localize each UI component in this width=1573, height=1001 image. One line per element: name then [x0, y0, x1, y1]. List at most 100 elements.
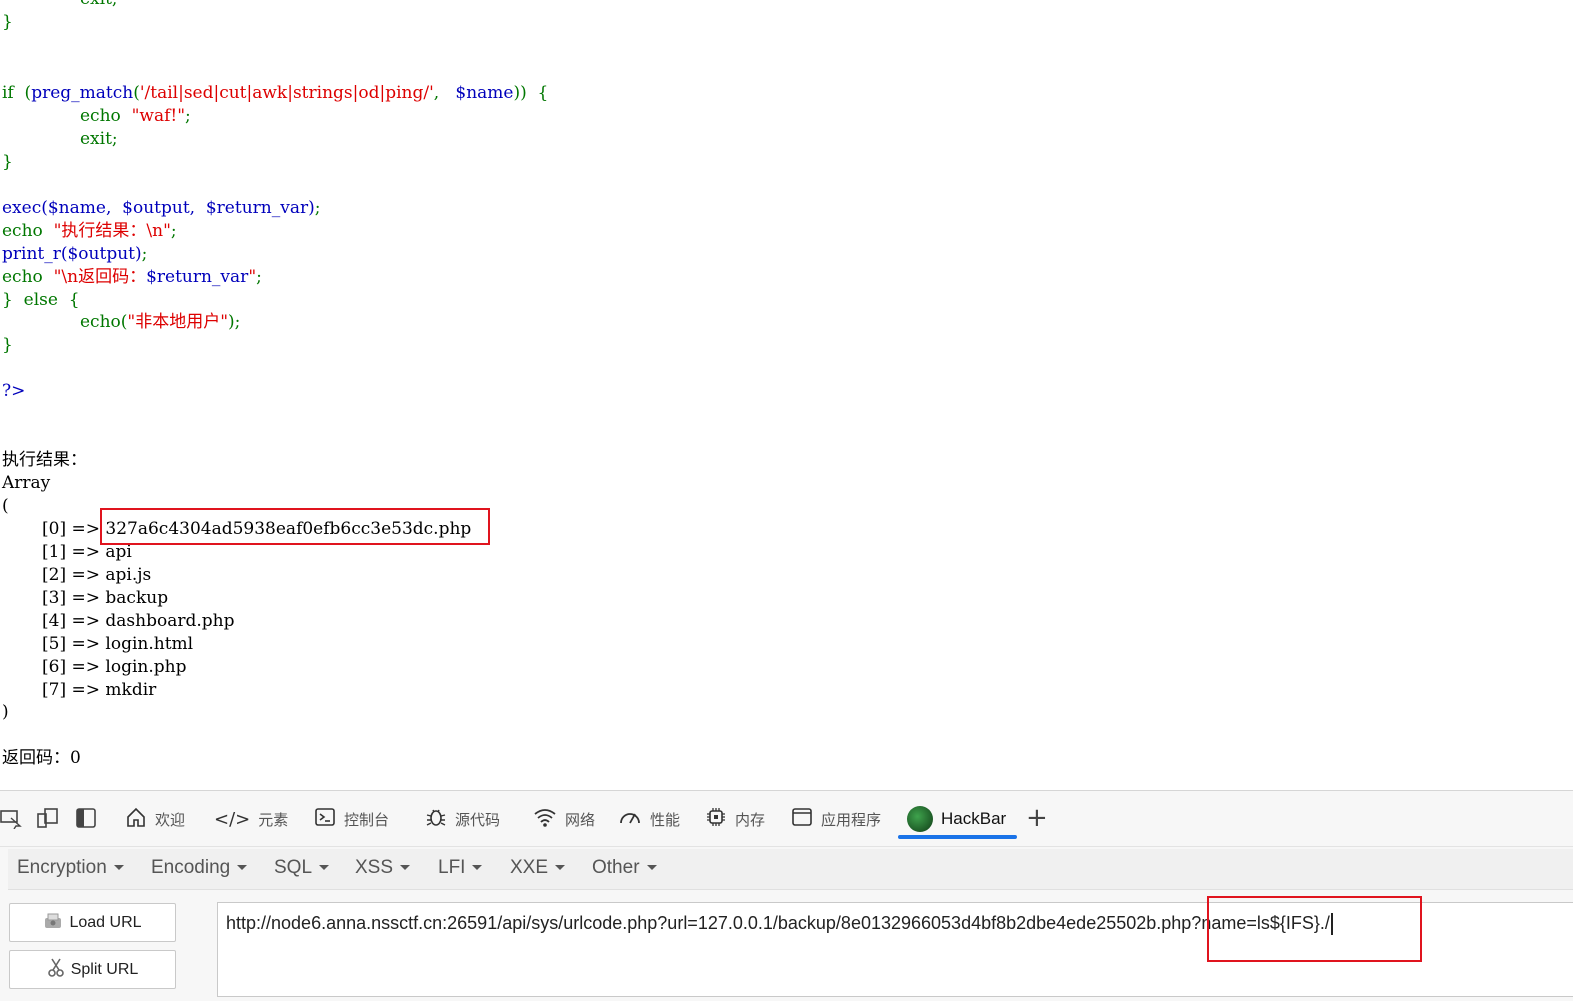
tab-elements[interactable]: </> 元素	[208, 801, 294, 837]
code-line-if: if (preg_match('/tail|sed|cut|awk|string…	[2, 82, 548, 105]
array-index: [7]	[42, 680, 67, 700]
array-index: [5]	[42, 634, 67, 654]
tab-label: 内存	[735, 810, 766, 829]
code-token: ;	[256, 267, 262, 287]
bug-icon	[425, 806, 447, 833]
window-icon	[791, 806, 813, 833]
array-arrow: =>	[71, 588, 101, 608]
code-token: }	[2, 12, 13, 32]
code-token: echo	[80, 106, 121, 126]
code-token: (	[133, 83, 140, 103]
code-line-exit: exit;	[80, 0, 118, 11]
tab-label: 性能	[650, 810, 681, 829]
active-tab-indicator	[898, 835, 1017, 839]
highlight-box-payload	[1207, 896, 1422, 962]
code-token: );	[228, 312, 241, 332]
scissors-icon	[47, 958, 65, 982]
menu-label: Encryption	[17, 857, 107, 878]
menu-label: Encoding	[151, 857, 231, 878]
code-token: }	[2, 335, 13, 355]
caret-down-icon	[237, 865, 248, 871]
array-index: [4]	[42, 611, 67, 631]
code-line-brace: }	[2, 11, 13, 34]
output-array-label: Array	[2, 473, 51, 493]
code-token: exec	[2, 198, 42, 218]
array-index: [2]	[42, 565, 67, 585]
code-token: "非本地用户"	[127, 312, 229, 332]
code-token: if	[2, 83, 14, 103]
tab-hackbar[interactable]: HackBar	[901, 801, 1012, 837]
tab-label: HackBar	[941, 809, 1007, 828]
caret-down-icon	[400, 865, 411, 871]
tab-console[interactable]: 控制台	[308, 801, 395, 837]
device-toolbar-icon[interactable]	[37, 807, 59, 829]
caret-down-icon	[113, 865, 124, 871]
menu-encryption[interactable]: Encryption	[17, 857, 124, 879]
array-item: [4] => dashboard.php	[42, 610, 234, 633]
array-value: api	[105, 542, 132, 562]
load-url-label: Load URL	[69, 913, 142, 931]
tab-performance[interactable]: 性能	[612, 801, 686, 837]
array-arrow: =>	[71, 634, 101, 654]
array-item: [3] => backup	[42, 587, 168, 610]
split-url-button[interactable]: Split URL	[9, 950, 176, 989]
add-tab-plus-icon[interactable]: +	[1026, 803, 1048, 833]
hackbar-menubar: Encryption Encoding SQL XSS LFI XXE Othe…	[8, 849, 1573, 890]
devtools-tabbar: 欢迎 </> 元素 控制台 源代码 网络 性能 内存 应用程序 HackBar …	[0, 791, 1573, 847]
menu-other[interactable]: Other	[592, 857, 657, 879]
array-item: [2] => api.js	[42, 564, 151, 587]
menu-sql[interactable]: SQL	[274, 857, 330, 879]
tab-label: 控制台	[344, 810, 390, 829]
code-line-exec: exec($name, $output, $return_var);	[2, 197, 320, 220]
tab-sources[interactable]: 源代码	[419, 801, 506, 837]
code-line-exit: exit;	[80, 128, 118, 151]
tab-welcome[interactable]: 欢迎	[119, 801, 191, 837]
menu-label: XSS	[355, 857, 394, 878]
tab-label: 元素	[258, 810, 289, 829]
hackbar-logo-icon	[907, 806, 933, 832]
code-line-echo-nonlocal: echo("非本地用户");	[80, 311, 240, 334]
code-token: print_r	[2, 244, 61, 264]
code-token: }	[2, 152, 13, 172]
code-token: ($name, $output, $return_var)	[41, 198, 315, 218]
code-token: ;	[185, 106, 191, 126]
code-token: '/tail|sed|cut|awk|strings|od|ping/'	[139, 83, 434, 103]
array-index: [1]	[42, 542, 67, 562]
tab-label: 应用程序	[821, 810, 882, 829]
array-arrow: =>	[71, 611, 101, 631]
tab-network[interactable]: 网络	[527, 801, 601, 837]
code-token: preg_match	[31, 83, 134, 103]
code-token: exit;	[80, 129, 118, 149]
output-close-paren: )	[2, 702, 9, 722]
tab-application[interactable]: 应用程序	[785, 801, 887, 837]
dock-side-icon[interactable]	[75, 807, 97, 829]
array-arrow: =>	[71, 542, 101, 562]
inspect-icon[interactable]	[0, 807, 22, 830]
load-url-button[interactable]: Load URL	[9, 903, 176, 942]
array-arrow: =>	[71, 565, 101, 585]
menu-lfi[interactable]: LFI	[438, 857, 483, 879]
code-token: "执行结果：\n"	[53, 221, 171, 241]
devtools-panel: 欢迎 </> 元素 控制台 源代码 网络 性能 内存 应用程序 HackBar …	[0, 790, 1573, 1001]
array-item: [6] => login.php	[42, 656, 186, 679]
code-token: "\n返回码：	[53, 267, 147, 287]
code-token: ,	[433, 83, 440, 103]
menu-label: SQL	[274, 857, 313, 878]
home-icon	[125, 806, 147, 833]
array-item: [7] => mkdir	[42, 679, 156, 702]
tab-memory[interactable]: 内存	[699, 801, 771, 837]
highlight-box-result	[100, 508, 490, 545]
code-token: else	[23, 290, 58, 310]
caret-down-icon	[319, 865, 330, 871]
array-index: [3]	[42, 588, 67, 608]
output-open-paren: (	[2, 496, 9, 516]
code-line-php-close: ?>	[2, 380, 25, 403]
chip-icon	[705, 806, 727, 833]
array-value: login.html	[105, 634, 194, 654]
menu-encoding[interactable]: Encoding	[151, 857, 248, 879]
menu-xxe[interactable]: XXE	[510, 857, 566, 879]
caret-down-icon	[646, 865, 657, 871]
menu-label: Other	[592, 857, 640, 878]
menu-xss[interactable]: XSS	[355, 857, 411, 879]
array-value: api.js	[105, 565, 152, 585]
